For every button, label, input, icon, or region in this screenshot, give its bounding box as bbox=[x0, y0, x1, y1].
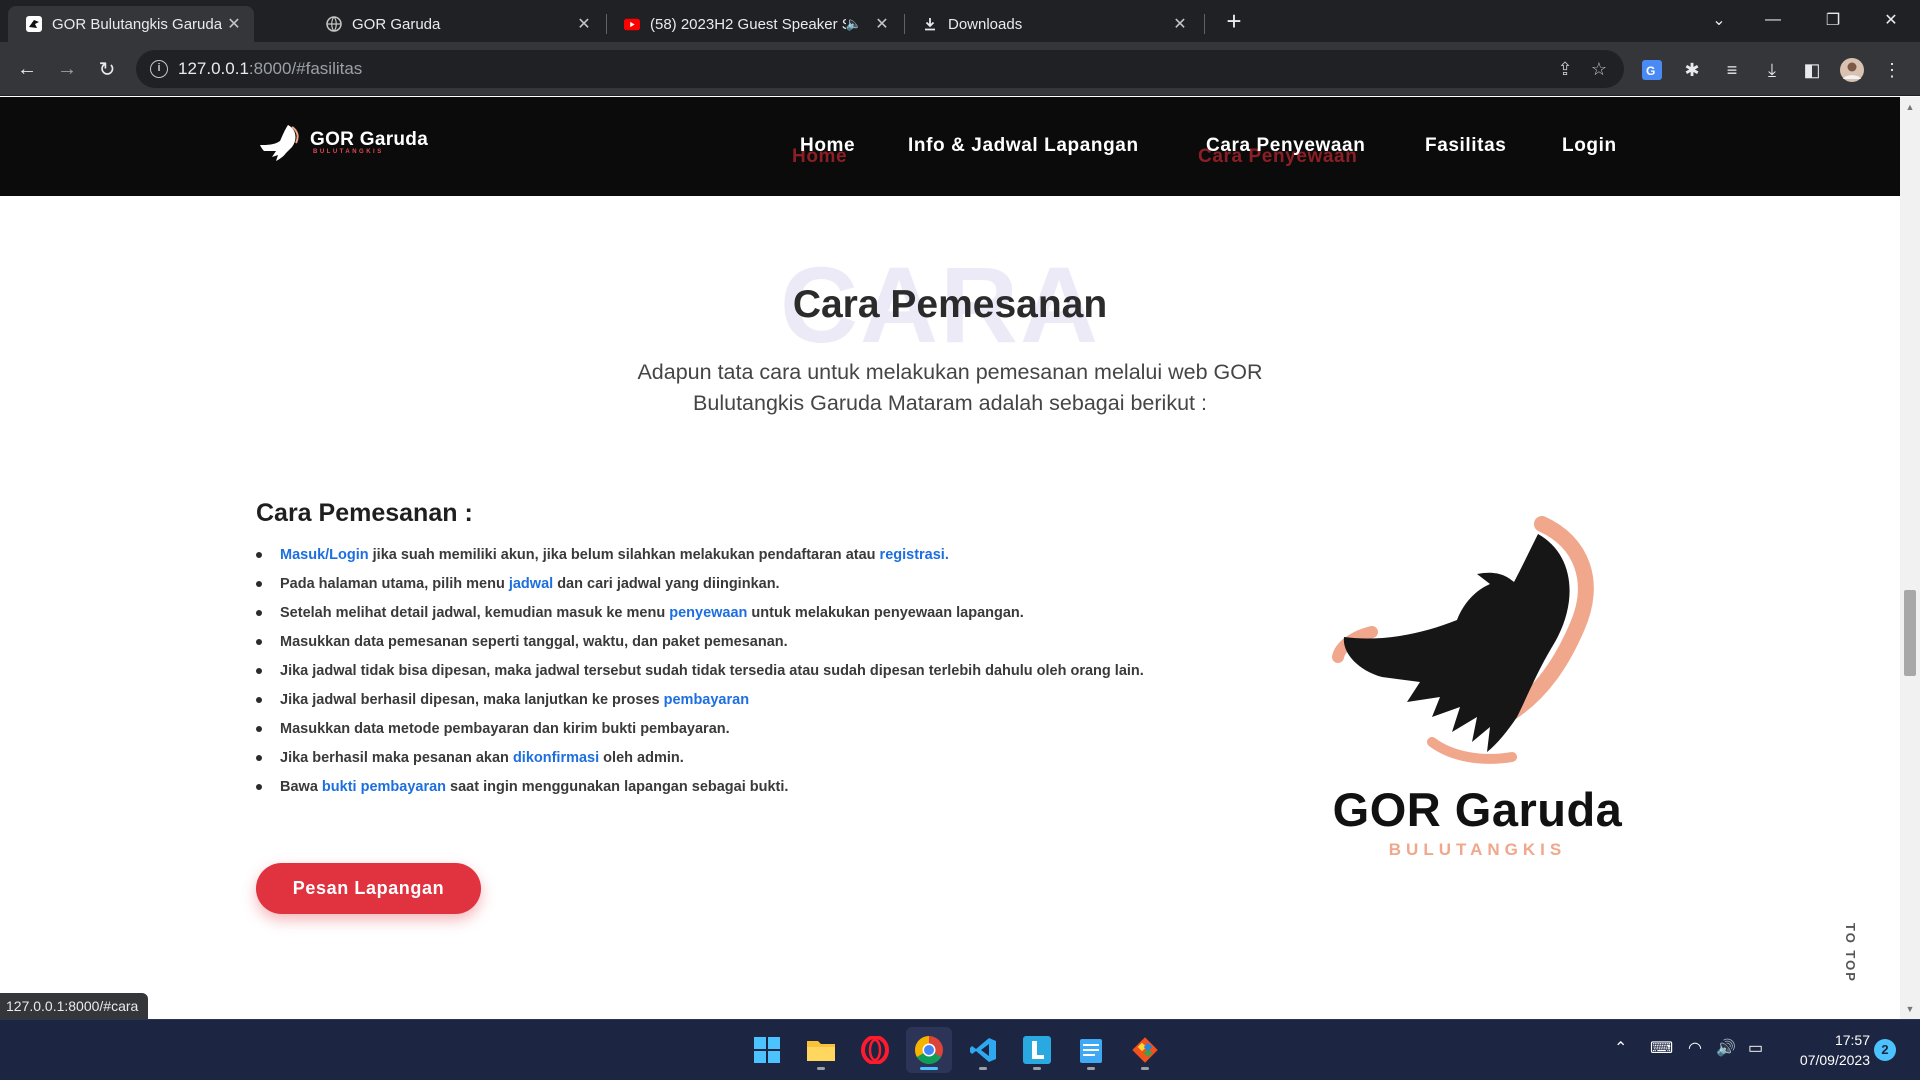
penyewaan-link[interactable]: penyewaan bbox=[669, 605, 747, 621]
media-controls-icon[interactable]: ≡ bbox=[1718, 56, 1746, 84]
steps-heading: Cara Pemesanan : bbox=[256, 499, 473, 527]
registrasi-link[interactable]: registrasi. bbox=[880, 547, 949, 563]
opera-icon[interactable] bbox=[852, 1027, 898, 1073]
scroll-down-arrow-icon[interactable]: ▼ bbox=[1904, 1003, 1916, 1015]
garuda-brand-logo-icon bbox=[1332, 516, 1594, 764]
nav-cara-penyewaan[interactable]: Cara Penyewaan bbox=[1206, 135, 1365, 157]
list-item: Bawa bukti pembayaran saat ingin menggun… bbox=[256, 776, 1144, 805]
close-window-icon[interactable]: ✕ bbox=[1870, 4, 1912, 36]
close-tab-icon[interactable]: ✕ bbox=[222, 14, 246, 34]
pembayaran-link[interactable]: pembayaran bbox=[664, 692, 749, 708]
close-tab-icon[interactable]: ✕ bbox=[572, 14, 596, 34]
system-clock[interactable]: 17:57 07/09/2023 bbox=[1770, 1030, 1870, 1070]
back-icon[interactable]: ← bbox=[12, 54, 42, 84]
wifi-icon[interactable]: ◠ bbox=[1688, 1038, 1702, 1058]
brand-name: GOR Garuda bbox=[1332, 783, 1623, 836]
list-item: Jika berhasil maka pesanan akan dikonfir… bbox=[256, 747, 1144, 776]
chrome-icon[interactable] bbox=[906, 1027, 952, 1073]
tab-title: Downloads bbox=[948, 15, 1023, 33]
address-url[interactable]: 127.0.0.1:8000/#fasilitas bbox=[178, 59, 362, 79]
garuda-favicon-icon bbox=[26, 16, 42, 32]
page-scrollbar[interactable]: ▲ ▼ bbox=[1900, 97, 1920, 1019]
section-description: Adapun tata cara untuk melakukan pemesan… bbox=[637, 360, 1263, 415]
steps-list: Masuk/Login jika suah memiliki akun, jik… bbox=[256, 544, 1144, 805]
browser-tab-bar: GOR Bulutangkis Garuda ✕ GOR Garuda ✕ (5… bbox=[0, 0, 1920, 42]
minimize-icon[interactable]: — bbox=[1752, 4, 1794, 36]
browser-toolbar: ← → ↻ i 127.0.0.1:8000/#fasilitas ⇪ ☆ G … bbox=[0, 42, 1920, 96]
l-app-icon[interactable] bbox=[1014, 1027, 1060, 1073]
bukti-pembayaran-link[interactable]: bukti pembayaran bbox=[322, 779, 446, 795]
tab-gor-garuda[interactable]: GOR Garuda ✕ bbox=[308, 6, 604, 42]
battery-icon[interactable]: ▭ bbox=[1748, 1038, 1763, 1058]
bookmark-star-icon[interactable]: ☆ bbox=[1588, 58, 1610, 80]
file-explorer-icon[interactable] bbox=[798, 1027, 844, 1073]
brand-subtitle: BULUTANGKIS bbox=[1388, 840, 1567, 859]
vscode-icon[interactable] bbox=[960, 1027, 1006, 1073]
tab-title: (58) 2023H2 Guest Speaker S bbox=[650, 15, 846, 33]
list-item: Jika jadwal tidak bisa dipesan, maka jad… bbox=[256, 660, 1144, 689]
scroll-thumb[interactable] bbox=[1904, 590, 1916, 676]
site-logo[interactable]: GOR Garuda BULUTANGKIS bbox=[258, 123, 428, 163]
share-icon[interactable]: ⇪ bbox=[1554, 58, 1576, 80]
address-bar[interactable]: i 127.0.0.1:8000/#fasilitas ⇪ ☆ bbox=[136, 50, 1624, 88]
web-page: GOR Garuda BULUTANGKIS Home Cara Penyewa… bbox=[0, 97, 1900, 1019]
forward-icon[interactable]: → bbox=[52, 54, 82, 84]
tab-youtube[interactable]: (58) 2023H2 Guest Speaker S 🔈 ✕ bbox=[606, 6, 902, 42]
close-tab-icon[interactable]: ✕ bbox=[870, 14, 894, 34]
globe-icon bbox=[326, 16, 342, 32]
keyboard-icon[interactable]: ⌨ bbox=[1650, 1038, 1673, 1058]
nav-login[interactable]: Login bbox=[1562, 135, 1617, 157]
profile-avatar[interactable] bbox=[1838, 56, 1866, 84]
downloads-icon[interactable]: ⤓ bbox=[1758, 56, 1786, 84]
pesan-lapangan-button[interactable]: Pesan Lapangan bbox=[256, 863, 481, 914]
volume-icon[interactable]: 🔊 bbox=[1716, 1038, 1736, 1058]
list-item: Masuk/Login jika suah memiliki akun, jik… bbox=[256, 544, 1144, 573]
tab-title: GOR Bulutangkis Garuda bbox=[52, 15, 222, 33]
windows-start-icon[interactable] bbox=[744, 1027, 790, 1073]
site-header: GOR Garuda BULUTANGKIS Home Cara Penyewa… bbox=[0, 97, 1900, 196]
download-icon bbox=[922, 16, 938, 32]
google-translate-icon[interactable]: G bbox=[1638, 56, 1666, 84]
youtube-icon bbox=[624, 16, 640, 32]
tab-search-chevron-icon[interactable]: ⌄ bbox=[1698, 4, 1740, 36]
clock-time: 17:57 bbox=[1834, 1032, 1870, 1048]
git-icon[interactable] bbox=[1122, 1027, 1168, 1073]
list-item: Pada halaman utama, pilih menu jadwal da… bbox=[256, 573, 1144, 602]
garuda-logo-icon bbox=[260, 125, 299, 161]
logo-name: GOR Garuda bbox=[310, 129, 429, 150]
notification-badge[interactable]: 2 bbox=[1874, 1039, 1896, 1061]
dikonfirmasi-link[interactable]: dikonfirmasi bbox=[513, 750, 599, 766]
restore-icon[interactable]: ❐ bbox=[1812, 4, 1854, 36]
section-title: Cara Pemesanan bbox=[792, 283, 1108, 326]
site-info-icon[interactable]: i bbox=[150, 60, 168, 78]
notepad-icon[interactable] bbox=[1068, 1027, 1114, 1073]
nav-info-jadwal[interactable]: Info & Jadwal Lapangan bbox=[908, 135, 1139, 157]
link-status-bubble: 127.0.0.1:8000/#cara bbox=[0, 993, 149, 1019]
list-item: Masukkan data metode pembayaran dan kiri… bbox=[256, 718, 1144, 747]
audio-playing-icon[interactable]: 🔈 bbox=[846, 16, 862, 32]
clock-date: 07/09/2023 bbox=[1799, 1052, 1870, 1068]
tray-overflow-chevron-icon[interactable]: ⌃ bbox=[1614, 1038, 1627, 1058]
side-panel-icon[interactable]: ◧ bbox=[1798, 56, 1826, 84]
tab-title: GOR Garuda bbox=[352, 15, 441, 33]
jadwal-link[interactable]: jadwal bbox=[509, 576, 553, 592]
login-link[interactable]: Masuk/Login bbox=[280, 547, 369, 563]
tab-gor-bulutangkis[interactable]: GOR Bulutangkis Garuda ✕ bbox=[8, 6, 254, 42]
svg-text:G: G bbox=[1646, 64, 1655, 78]
new-tab-button[interactable]: + bbox=[1218, 8, 1250, 36]
nav-home[interactable]: Home bbox=[800, 135, 855, 157]
extensions-icon[interactable]: ✱ bbox=[1678, 56, 1706, 84]
list-item: Setelah melihat detail jadwal, kemudian … bbox=[256, 602, 1144, 631]
tab-separator bbox=[1204, 14, 1205, 34]
list-item: Jika jadwal berhasil dipesan, maka lanju… bbox=[256, 689, 1144, 718]
chrome-menu-icon[interactable]: ⋮ bbox=[1878, 56, 1906, 84]
reload-icon[interactable]: ↻ bbox=[92, 54, 122, 84]
nav-fasilitas[interactable]: Fasilitas bbox=[1425, 135, 1506, 157]
to-top-link[interactable]: TO TOP bbox=[1838, 923, 1858, 993]
close-tab-icon[interactable]: ✕ bbox=[1168, 14, 1192, 34]
windows-taskbar: ⌃ ⌨ ◠ 🔊 ▭ 17:57 07/09/2023 2 bbox=[0, 1019, 1920, 1080]
scroll-up-arrow-icon[interactable]: ▲ bbox=[1904, 101, 1916, 113]
list-item: Masukkan data pemesanan seperti tanggal,… bbox=[256, 631, 1144, 660]
tab-downloads[interactable]: Downloads ✕ bbox=[904, 6, 1200, 42]
